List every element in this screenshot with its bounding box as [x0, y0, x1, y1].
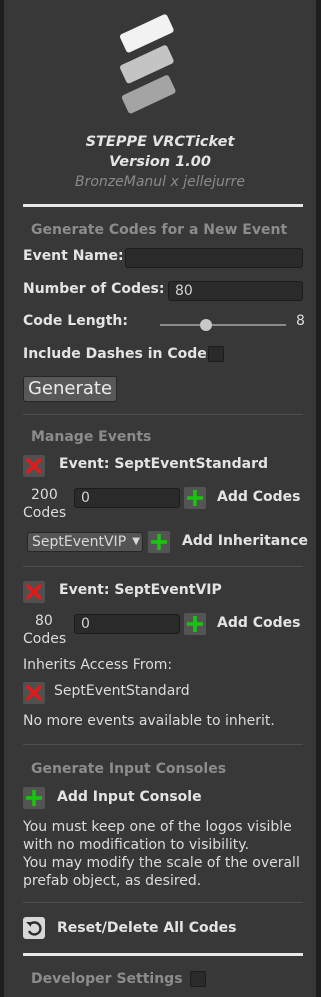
no-more-events-text: No more events available to inherit. — [23, 713, 275, 729]
divider — [23, 953, 303, 956]
add-codes-field[interactable]: 0 — [74, 614, 180, 634]
code-length-slider[interactable] — [160, 318, 286, 332]
inheritance-dropdown-value: SeptEventVIP — [32, 534, 127, 550]
add-codes-label: Add Codes — [217, 489, 301, 505]
event-name: Event: SeptEventVIP — [59, 582, 222, 598]
code-length-value: 8 — [296, 313, 305, 329]
event-code-count: 200 — [31, 487, 58, 503]
plus-icon — [187, 616, 203, 632]
event-code-count-unit: Codes — [23, 505, 67, 521]
add-codes-field[interactable]: 0 — [74, 488, 180, 508]
inspector-panel: STEPPE VRCTicket Version 1.00 BronzeManu… — [4, 0, 316, 997]
add-inheritance-label: Add Inheritance — [182, 533, 308, 549]
reset-button[interactable] — [23, 917, 45, 939]
delete-event-button[interactable] — [23, 455, 45, 477]
section-input-consoles: Generate Input Consoles — [31, 761, 227, 777]
plus-icon — [187, 490, 203, 506]
reset-icon — [26, 921, 42, 936]
divider — [23, 744, 303, 745]
slider-thumb[interactable] — [199, 319, 212, 331]
divider — [23, 902, 303, 903]
add-input-console-button[interactable] — [23, 787, 45, 809]
code-length-label: Code Length: — [23, 313, 128, 329]
divider — [23, 414, 303, 415]
app-version: Version 1.00 — [109, 154, 211, 170]
developer-settings-checkbox[interactable] — [190, 971, 206, 987]
inheritance-dropdown[interactable]: SeptEventVIP ▼ — [27, 532, 143, 552]
close-icon — [26, 584, 42, 600]
number-of-codes-field[interactable]: 80 — [168, 281, 303, 301]
close-icon — [26, 685, 42, 701]
remove-inheritance-button[interactable] — [23, 682, 45, 704]
add-inheritance-button[interactable] — [148, 531, 170, 553]
event-name-field[interactable] — [125, 248, 303, 268]
event-code-count-unit: Codes — [23, 631, 67, 647]
steppe-logo — [119, 14, 176, 114]
app-credits: BronzeManul x jellejurre — [74, 174, 246, 190]
event-name-label: Event Name: — [23, 248, 124, 264]
plus-icon — [151, 534, 167, 550]
console-note: You must keep one of the logos visible w… — [23, 819, 300, 889]
section-manage-events: Manage Events — [31, 429, 152, 445]
delete-event-button[interactable] — [23, 581, 45, 603]
section-developer-settings: Developer Settings — [31, 971, 183, 987]
event-name: Event: SeptEventStandard — [59, 456, 269, 472]
inherits-item: SeptEventStandard — [54, 683, 190, 699]
event-code-count: 80 — [35, 613, 53, 629]
add-codes-label: Add Codes — [217, 615, 301, 631]
add-input-console-label: Add Input Console — [57, 789, 202, 805]
chevron-down-icon: ▼ — [130, 533, 140, 551]
app-title: STEPPE VRCTicket — [85, 134, 235, 150]
add-codes-button[interactable] — [184, 613, 206, 635]
inherits-label: Inherits Access From: — [23, 657, 173, 673]
plus-icon — [26, 790, 42, 806]
generate-button[interactable]: Generate — [23, 376, 117, 402]
slider-track — [160, 324, 286, 326]
close-icon — [26, 458, 42, 474]
add-codes-button[interactable] — [184, 487, 206, 509]
number-of-codes-label: Number of Codes: — [23, 281, 165, 297]
reset-label: Reset/Delete All Codes — [57, 920, 237, 936]
include-dashes-checkbox[interactable] — [208, 346, 224, 362]
section-new-event: Generate Codes for a New Event — [31, 222, 288, 238]
divider — [23, 566, 303, 567]
divider — [23, 204, 303, 207]
include-dashes-label: Include Dashes in Code — [23, 346, 207, 362]
